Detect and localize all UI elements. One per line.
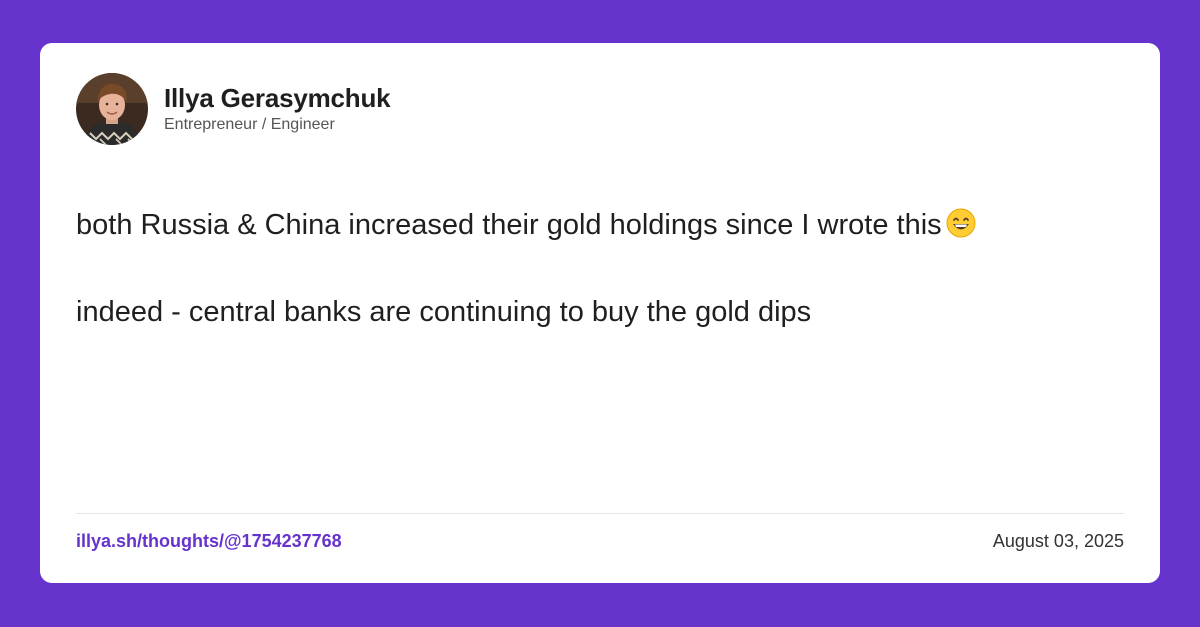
page-background: Illya Gerasymchuk Entrepreneur / Enginee… — [0, 0, 1200, 627]
avatar[interactable] — [76, 73, 148, 145]
author-role: Entrepreneur / Engineer — [164, 116, 335, 133]
post-text-line: both Russia & China increased their gold… — [76, 205, 1126, 249]
post-body: both Russia & China increased their gold… — [76, 205, 1126, 332]
footer-divider — [76, 513, 1124, 514]
post-permalink[interactable]: illya.sh/thoughts/@1754237768 — [76, 530, 342, 552]
post-line1-text: both Russia & China increased their gold… — [76, 209, 942, 241]
post-line2-text: indeed - central banks are continuing to… — [76, 296, 812, 328]
post-header: Illya Gerasymchuk Entrepreneur / Enginee… — [76, 73, 391, 145]
post-card: Illya Gerasymchuk Entrepreneur / Enginee… — [40, 43, 1160, 583]
author-name[interactable]: Illya Gerasymchuk — [164, 83, 391, 113]
avatar-photo-icon — [76, 73, 148, 145]
author-info: Illya Gerasymchuk Entrepreneur / Enginee… — [164, 83, 391, 135]
post-date: August 03, 2025 — [992, 531, 1124, 551]
grinning-face-with-smiling-eyes-icon — [946, 208, 976, 249]
